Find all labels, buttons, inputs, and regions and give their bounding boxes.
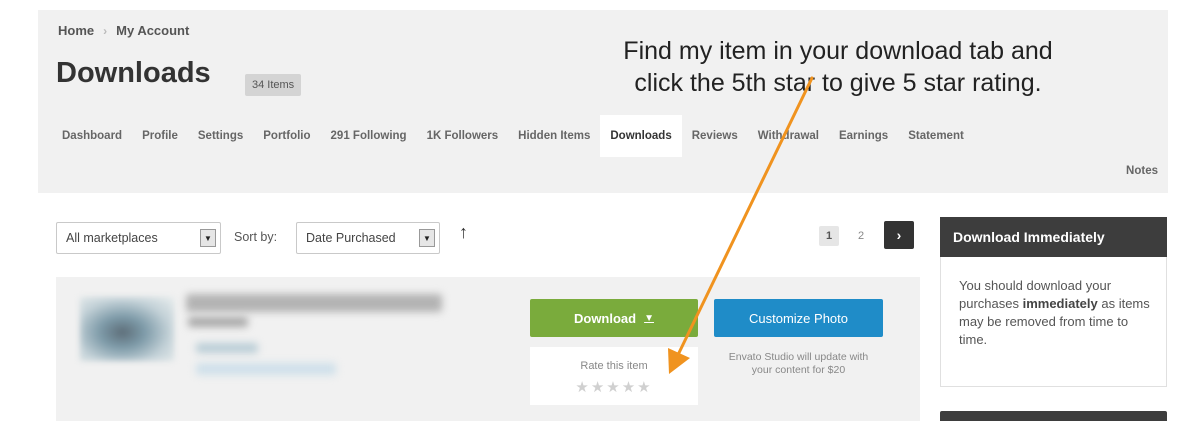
- tab-profile[interactable]: Profile: [132, 115, 188, 157]
- panel-title: Download Immediately: [940, 217, 1167, 257]
- rating-box: Rate this item ★★★★★: [530, 347, 698, 405]
- page-1-link[interactable]: 1: [819, 226, 839, 246]
- panel-text-bold: immediately: [1022, 296, 1098, 311]
- tab-downloads[interactable]: Downloads: [600, 115, 682, 157]
- star-icon-2[interactable]: ★: [591, 379, 606, 396]
- chevron-right-icon[interactable]: ›: [884, 221, 914, 249]
- item-thumbnail[interactable]: [80, 297, 174, 361]
- page-2-link[interactable]: 2: [854, 226, 868, 246]
- star-rating[interactable]: ★★★★★: [530, 378, 698, 396]
- customize-note: Envato Studio will update with your cont…: [728, 351, 869, 376]
- customize-photo-button[interactable]: Customize Photo: [714, 299, 883, 337]
- breadcrumb-home[interactable]: Home: [58, 23, 94, 38]
- annotation-line-1: Find my item in your download tab and: [623, 37, 1053, 65]
- download-button-label: Download: [573, 310, 637, 326]
- sort-label: Sort by:: [234, 230, 278, 244]
- tab-following[interactable]: 291 Following: [321, 115, 417, 157]
- tab-statement[interactable]: Statement: [898, 115, 974, 157]
- account-header: Home › My Account Downloads 34 Items Fin…: [38, 10, 1168, 193]
- chevron-down-icon: ▼: [200, 229, 216, 247]
- annotation-line-2: click the 5th star to give 5 star rating…: [634, 69, 1042, 97]
- tab-earnings[interactable]: Earnings: [829, 115, 898, 157]
- item-count-badge: 34 Items: [245, 74, 302, 96]
- tab-followers[interactable]: 1K Followers: [417, 115, 509, 157]
- page-title: Downloads: [56, 57, 211, 89]
- panel-body: You should download your purchases immed…: [940, 257, 1167, 387]
- tab-portfolio[interactable]: Portfolio: [253, 115, 320, 157]
- second-panel-header: [940, 411, 1167, 421]
- star-icon-3[interactable]: ★: [606, 379, 621, 396]
- sort-select-value: Date Purchased: [306, 231, 396, 245]
- tab-notes[interactable]: Notes: [1126, 165, 1158, 177]
- breadcrumb-separator: ›: [103, 23, 108, 38]
- download-button[interactable]: Download ▼: [530, 299, 698, 337]
- chevron-down-icon: ▼: [419, 229, 435, 247]
- item-author-blurred: [188, 317, 248, 327]
- star-icon-1[interactable]: ★: [575, 379, 590, 396]
- star-icon-4[interactable]: ★: [622, 379, 637, 396]
- tab-hidden-items[interactable]: Hidden Items: [508, 115, 600, 157]
- tab-dashboard[interactable]: Dashboard: [56, 115, 132, 157]
- breadcrumb: Home › My Account: [58, 23, 189, 38]
- item-meta-blurred: [196, 343, 258, 353]
- download-row: Download ▼ Customize Photo Rate this ite…: [56, 277, 920, 421]
- item-title-blurred: [186, 294, 442, 312]
- tab-settings[interactable]: Settings: [188, 115, 253, 157]
- tab-withdrawal[interactable]: Withdrawal: [748, 115, 829, 157]
- sort-select[interactable]: Date Purchased ▼: [296, 222, 440, 254]
- star-icon-5[interactable]: ★: [637, 379, 652, 396]
- marketplace-select[interactable]: All marketplaces ▼: [56, 222, 221, 254]
- chevron-down-icon: ▼: [644, 312, 654, 324]
- arrow-up-icon[interactable]: ↑: [459, 222, 468, 243]
- marketplace-select-value: All marketplaces: [66, 231, 158, 245]
- tab-reviews[interactable]: Reviews: [682, 115, 748, 157]
- breadcrumb-current[interactable]: My Account: [116, 23, 189, 38]
- account-tabs: Dashboard Profile Settings Portfolio 291…: [56, 115, 974, 157]
- rate-label: Rate this item: [580, 360, 648, 372]
- item-link-blurred: [196, 363, 336, 375]
- annotation-text: Find my item in your download tab and cl…: [583, 35, 1093, 99]
